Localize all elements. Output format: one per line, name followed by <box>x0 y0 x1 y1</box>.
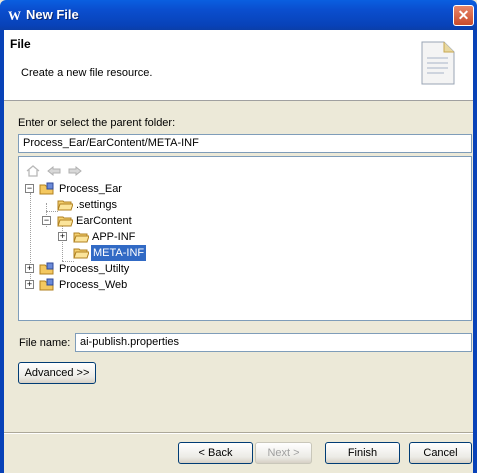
new-file-icon <box>421 41 455 85</box>
parent-folder-input[interactable]: Process_Ear/EarContent/META-INF <box>18 134 472 153</box>
page-description: Create a new file resource. <box>21 67 153 79</box>
expand-icon[interactable]: + <box>25 280 34 289</box>
collapse-icon[interactable]: − <box>25 184 34 193</box>
forward-arrow-icon[interactable] <box>67 164 83 178</box>
folder-tree[interactable]: − Process_Ear .settings − EarContent + A… <box>18 156 472 321</box>
parent-folder-label: Enter or select the parent folder: <box>18 117 176 129</box>
project-icon <box>39 262 54 275</box>
expand-icon[interactable]: + <box>25 264 34 273</box>
folder-icon <box>57 200 73 211</box>
cancel-button[interactable]: Cancel <box>409 442 472 464</box>
home-icon[interactable] <box>25 164 41 178</box>
close-icon[interactable]: ✕ <box>453 5 474 26</box>
tree-item-label: EarContent <box>76 215 132 227</box>
eclipse-w-icon: W <box>8 8 21 22</box>
tree-item-label: .settings <box>76 199 117 211</box>
folder-icon <box>73 248 89 259</box>
title-bar[interactable]: W New File ✕ <box>0 0 477 30</box>
button-bar-separator <box>4 432 473 434</box>
expand-icon[interactable]: + <box>58 232 67 241</box>
page-title: File <box>10 37 31 51</box>
svg-text:W: W <box>8 8 21 22</box>
tree-item-label: META-INF <box>91 245 147 261</box>
project-icon <box>39 278 54 291</box>
file-name-input[interactable]: ai-publish.properties <box>75 333 472 352</box>
tree-item-label: Process_Utilty <box>59 263 130 275</box>
tree-toolbar <box>25 164 85 181</box>
folder-icon <box>73 232 89 243</box>
next-button[interactable]: Next > <box>255 442 312 464</box>
window-frame-right <box>473 30 477 473</box>
window-title: New File <box>26 7 79 22</box>
tree-item-label: Process_Web <box>59 279 128 291</box>
tree-item-label: Process_Ear <box>59 183 122 195</box>
back-button[interactable]: < Back <box>178 442 253 464</box>
tree-item-label: APP-INF <box>92 231 136 243</box>
wizard-header: File Create a new file resource. <box>4 30 473 101</box>
collapse-icon[interactable]: − <box>42 216 51 225</box>
file-name-label: File name: <box>19 337 71 349</box>
finish-button[interactable]: Finish <box>325 442 400 464</box>
folder-icon <box>57 216 73 227</box>
advanced-button[interactable]: Advanced >> <box>18 362 96 384</box>
back-arrow-icon[interactable] <box>46 164 62 178</box>
project-icon <box>39 182 54 195</box>
